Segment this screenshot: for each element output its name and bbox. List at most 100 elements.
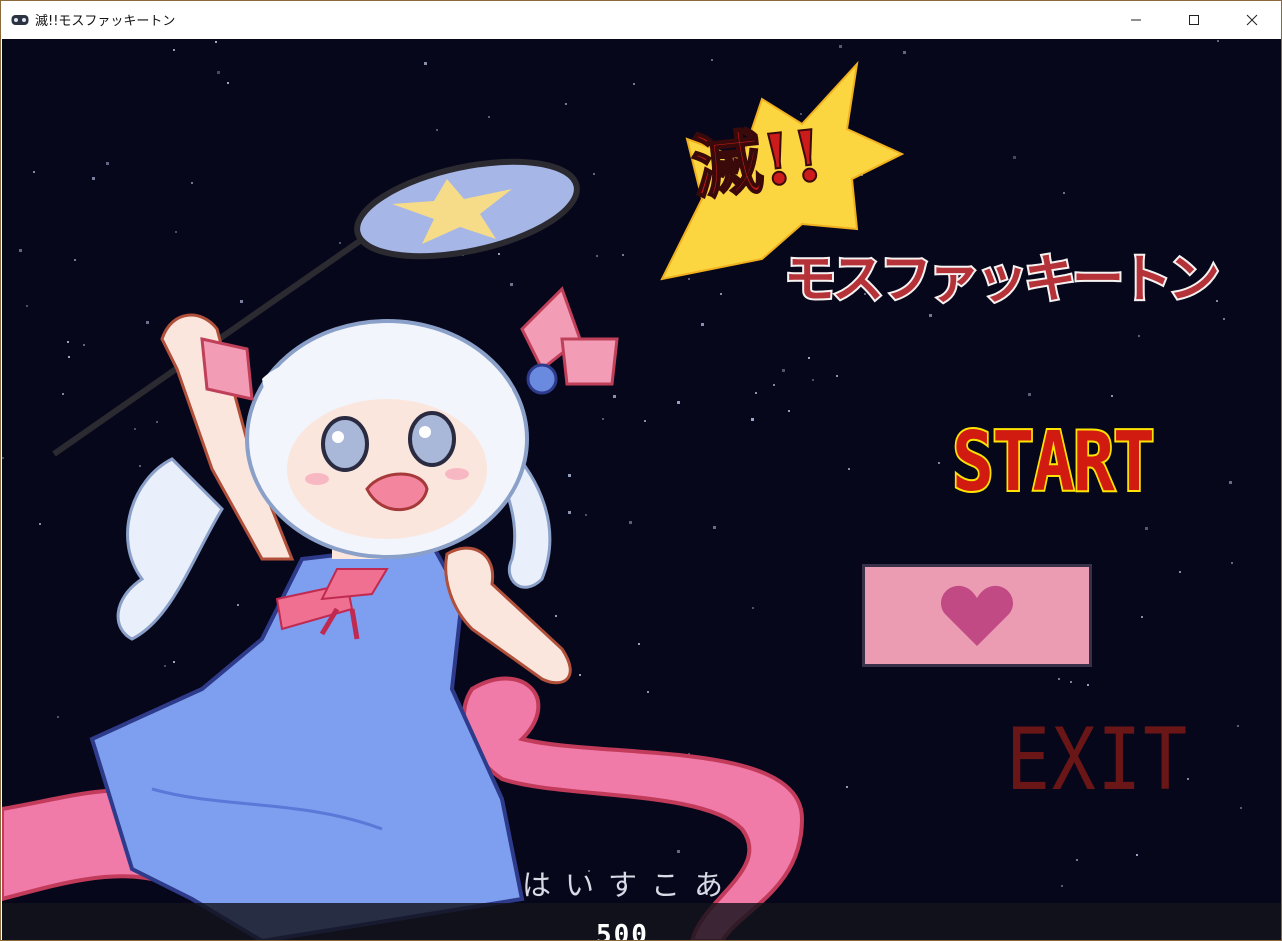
star [836, 375, 838, 377]
minimize-icon [1131, 19, 1141, 20]
star [1087, 684, 1089, 686]
star [1063, 192, 1065, 194]
star [26, 305, 28, 307]
star [1070, 681, 1072, 683]
star [808, 357, 810, 359]
star [593, 173, 595, 175]
star [755, 392, 757, 394]
star [1240, 807, 1242, 809]
maximize-icon [1189, 14, 1199, 25]
logo-kanji: 滅!! [687, 112, 828, 210]
close-button[interactable] [1223, 1, 1281, 38]
star [629, 521, 632, 524]
star [677, 401, 680, 404]
star [92, 177, 95, 180]
star [1217, 40, 1219, 42]
star [585, 514, 587, 516]
star [57, 716, 59, 718]
star [1013, 156, 1016, 159]
star [568, 474, 571, 477]
star [173, 661, 175, 663]
star [1179, 571, 1181, 573]
star [929, 314, 932, 317]
star [903, 51, 906, 54]
star [839, 45, 842, 48]
star [134, 428, 136, 430]
star [191, 182, 193, 184]
star [633, 83, 635, 85]
star [788, 410, 790, 412]
star [848, 468, 850, 470]
star [62, 393, 64, 395]
star [782, 369, 785, 372]
star [1237, 725, 1239, 727]
star [613, 395, 616, 398]
star [688, 278, 690, 280]
star [647, 691, 649, 693]
star [1141, 616, 1143, 618]
star [240, 300, 243, 303]
star [1061, 885, 1063, 887]
star [568, 511, 571, 514]
star [1028, 393, 1031, 396]
star [164, 665, 166, 667]
star [19, 249, 22, 252]
star [938, 462, 940, 464]
star [677, 850, 680, 853]
star [644, 420, 646, 422]
star [74, 259, 76, 261]
head-art [245, 319, 529, 559]
close-icon [1246, 14, 1258, 25]
score-value: 500 [596, 920, 649, 941]
star [701, 323, 704, 326]
star [846, 786, 848, 788]
star [68, 356, 70, 358]
star [173, 49, 175, 51]
star [39, 523, 41, 525]
star [510, 283, 513, 286]
exit-button[interactable]: EXIT [1006, 717, 1189, 803]
game-canvas[interactable]: 滅!! モスファッキートン START EXIT はいすこあ 500 [2, 39, 1281, 941]
star [175, 231, 177, 233]
star [1076, 859, 1078, 861]
star [713, 526, 716, 529]
star [1223, 318, 1225, 320]
star [1229, 481, 1232, 484]
star [83, 344, 85, 346]
star [339, 242, 341, 244]
star [139, 465, 141, 467]
star [602, 418, 604, 420]
window-controls [1107, 1, 1281, 38]
window-title: 滅!!モスファッキートン [35, 14, 176, 29]
maximize-button[interactable] [1165, 1, 1223, 38]
star [638, 643, 640, 645]
star [67, 341, 69, 343]
star [1058, 678, 1060, 680]
star [751, 418, 754, 421]
star [424, 62, 427, 65]
title-bar[interactable]: 滅!!モスファッキートン [1, 1, 1281, 38]
gallery-button[interactable] [862, 564, 1092, 667]
star [215, 41, 217, 43]
star [146, 321, 149, 324]
star [812, 379, 814, 381]
star [2, 457, 4, 459]
star [227, 82, 229, 84]
star [711, 59, 713, 61]
star [498, 253, 500, 255]
star [752, 607, 754, 609]
star [436, 129, 438, 131]
star [1138, 335, 1140, 337]
star [33, 171, 35, 173]
star [1145, 527, 1148, 530]
star [773, 384, 775, 386]
star [720, 293, 722, 295]
logo-subtitle: モスファッキートン [782, 250, 1222, 310]
minimize-button[interactable] [1107, 1, 1165, 38]
star [579, 674, 581, 676]
star [1111, 395, 1113, 397]
start-button[interactable]: START [950, 420, 1156, 506]
star [217, 71, 220, 74]
star [1231, 562, 1233, 564]
star [622, 254, 624, 256]
